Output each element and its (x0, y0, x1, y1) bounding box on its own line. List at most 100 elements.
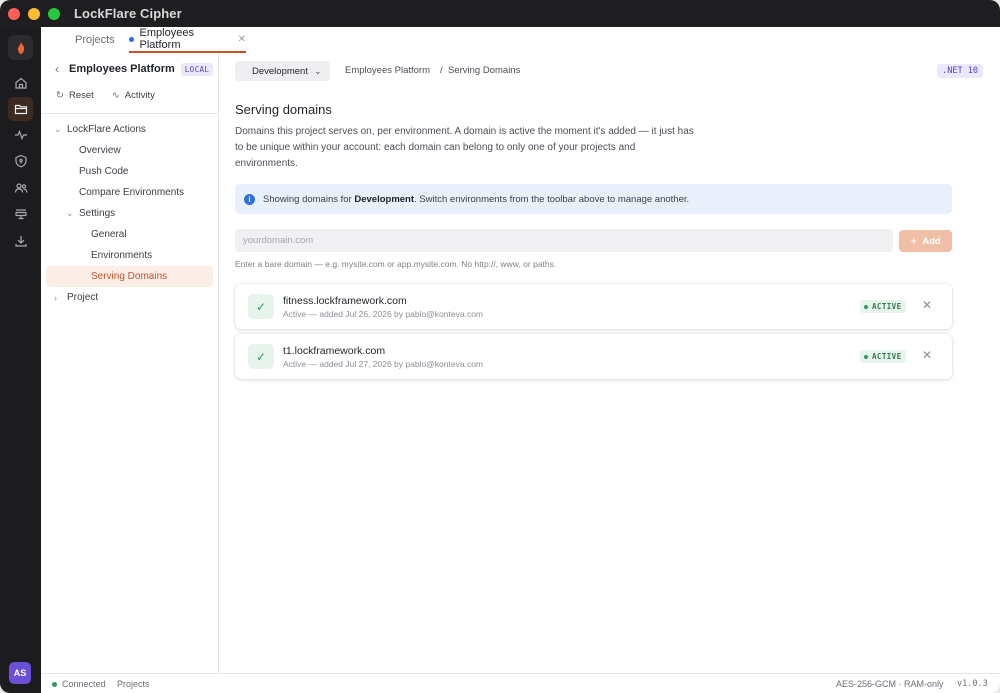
domain-name: t1.lockframework.com (283, 345, 386, 357)
info-prefix: Showing domains for (263, 193, 355, 205)
tree-item-compare-environments[interactable]: Compare Environments (41, 182, 218, 203)
domain-card: ✓ t1.lockframework.com Active — added Ju… (235, 334, 952, 379)
tree-item-general[interactable]: General (41, 224, 218, 245)
traffic-lights (8, 7, 60, 20)
app-version: v1.0.3 (957, 679, 988, 689)
folder-icon[interactable] (8, 97, 33, 121)
input-hint: Enter a bare domain — e.g. mysite.com or… (235, 259, 557, 269)
tab-projects-label: Projects (75, 34, 115, 46)
runtime-badge: .NET 10 (937, 64, 983, 78)
chevron-down-icon: ⌄ (313, 65, 322, 76)
users-icon[interactable] (8, 176, 33, 200)
info-icon: i (244, 193, 255, 205)
add-label: Add (922, 235, 941, 247)
check-icon: ✓ (248, 294, 274, 319)
server-icon[interactable] (8, 202, 33, 226)
zoom-window-button[interactable] (48, 7, 60, 20)
page-description: Domains this project serves on, per envi… (235, 126, 694, 169)
tree-item-label: Compare Environments (79, 187, 185, 198)
status-label: ACTIVE (872, 352, 902, 361)
environment-select-value: Development (252, 65, 308, 77)
tab-bar: Projects Employees Platform ✕ (41, 27, 1000, 53)
reset-label: Reset (68, 90, 94, 101)
connection-status: Connected (52, 679, 106, 689)
domain-input[interactable] (235, 229, 893, 252)
connected-dot-icon (52, 681, 57, 687)
sidebar-divider (41, 113, 218, 114)
close-window-button[interactable] (8, 7, 20, 20)
info-text: Showing domains for Development. Switch … (263, 194, 689, 205)
activity-button[interactable]: ∿ Activity (112, 90, 155, 101)
app-logo-icon (8, 35, 33, 60)
tree-group-settings[interactable]: ⌄ Settings (41, 203, 218, 224)
back-chevron-icon[interactable]: ‹ (55, 62, 59, 76)
tab-employees-platform-label: Employees Platform (139, 27, 194, 51)
main-content: Development ⌄ Employees Platform / Servi… (219, 53, 1000, 673)
shield-icon[interactable] (8, 149, 33, 173)
sidebar-actions: ↻ Reset ∿ Activity (56, 90, 155, 101)
environment-select[interactable]: Development ⌄ (235, 61, 330, 81)
app-title: LockFlare Cipher (74, 6, 182, 21)
tree-item-label: Serving Domains (91, 271, 168, 282)
tab-employees-platform[interactable]: Employees Platform ✕ (129, 27, 246, 53)
remove-domain-icon[interactable]: ✕ (922, 298, 932, 312)
check-icon: ✓ (248, 344, 274, 369)
tree-item-label: General (91, 229, 127, 240)
info-banner: i Showing domains for Development. Switc… (235, 184, 952, 214)
user-avatar[interactable]: AS (9, 662, 31, 684)
tab-projects[interactable]: Projects (75, 27, 115, 53)
chevron-right-icon: › (54, 292, 57, 303)
icon-rail: AS (0, 27, 41, 693)
chevron-down-icon: ⌄ (54, 124, 62, 134)
status-badge: ACTIVE (860, 350, 906, 363)
add-domain-button[interactable]: + Add (899, 230, 952, 252)
home-icon[interactable] (8, 71, 33, 95)
tree-group-project[interactable]: › Project (41, 287, 218, 308)
breadcrumb-project[interactable]: Employees Platform (345, 65, 430, 76)
nav-tree: ⌄ LockFlare Actions Overview Push Code C… (41, 119, 218, 308)
activity-icon[interactable] (8, 123, 33, 147)
tree-item-label: Overview (79, 145, 121, 156)
activity-label: Activity (124, 90, 155, 101)
refresh-icon: ↻ (56, 90, 64, 101)
info-suffix: . Switch environments from the toolbar a… (414, 193, 690, 205)
status-dot-icon (864, 304, 868, 309)
tree-item-environments[interactable]: Environments (41, 245, 218, 266)
minimize-window-button[interactable] (28, 7, 40, 20)
titlebar: LockFlare Cipher (0, 0, 1000, 27)
close-tab-icon[interactable]: ✕ (238, 34, 246, 45)
status-label: ACTIVE (872, 302, 902, 311)
statusbar-projects-link[interactable]: Projects (117, 679, 150, 689)
tree-group-lockflare-actions[interactable]: ⌄ LockFlare Actions (41, 119, 218, 140)
pulse-icon: ∿ (111, 90, 120, 101)
encryption-info: AES-256-GCM · RAM-only (836, 679, 944, 689)
download-icon[interactable] (8, 229, 33, 253)
page-title: Serving domains (235, 102, 332, 117)
tree-item-label: Environments (91, 250, 153, 261)
tree-item-label: Push Code (79, 166, 129, 177)
local-badge: LOCAL (180, 62, 214, 76)
domain-name: fitness.lockframework.com (283, 295, 407, 307)
tree-item-push-code[interactable]: Push Code (41, 161, 218, 182)
status-dot-icon (864, 354, 868, 359)
sidebar: ‹ Employees Platform LOCAL ↻ Reset ∿ Activ… (41, 53, 219, 673)
domain-meta: Active — added Jul 27, 2026 by pablo@kon… (283, 359, 483, 369)
reset-button[interactable]: ↻ Reset (56, 90, 94, 101)
tree-item-serving-domains[interactable]: Serving Domains (46, 266, 213, 287)
remove-domain-icon[interactable]: ✕ (922, 348, 932, 362)
domain-meta: Active — added Jul 26, 2026 by pablo@kon… (283, 309, 483, 319)
sidebar-header: ‹ Employees Platform LOCAL (55, 62, 214, 76)
status-badge: ACTIVE (860, 300, 906, 313)
plus-icon: + (910, 234, 918, 248)
tree-item-overview[interactable]: Overview (41, 140, 218, 161)
unsaved-dot-icon (129, 36, 134, 42)
connection-label: Connected (62, 679, 106, 689)
info-environment: Development (354, 193, 415, 205)
tree-group-label: LockFlare Actions (67, 124, 146, 135)
breadcrumb-separator: / (440, 65, 443, 76)
tree-item-label: Settings (79, 208, 116, 219)
app-window: LockFlare Cipher AS Projects Employees P… (0, 0, 1000, 693)
tree-item-label: Project (67, 292, 99, 303)
breadcrumb-current: Serving Domains (448, 65, 521, 76)
project-name: Employees Platform (69, 63, 175, 75)
